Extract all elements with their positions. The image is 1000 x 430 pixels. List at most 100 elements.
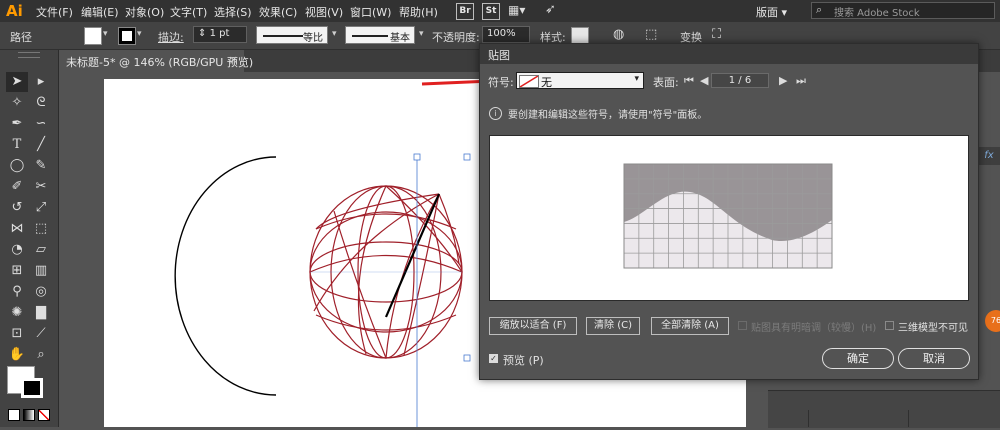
slice-tool-icon[interactable]: ⟋ (30, 324, 52, 344)
symbol-sprayer-icon[interactable]: ✺ (6, 303, 28, 323)
recolor-artwork-icon[interactable]: ◍ (613, 27, 624, 42)
scale-tool-icon[interactable]: ⤢ (30, 198, 52, 218)
eyedropper-icon[interactable]: ⚲ (6, 282, 28, 302)
scissors-icon[interactable]: ✂ (30, 177, 52, 197)
object-type-label: 路径 (10, 31, 32, 44)
none-swatch-icon (519, 75, 539, 88)
arrange-documents-icon[interactable]: ▦▾ (508, 3, 525, 17)
gradient-mode-icon[interactable] (23, 409, 35, 421)
bridge-button[interactable]: Br (456, 3, 474, 20)
menu-edit[interactable]: 编辑(E) (81, 4, 119, 20)
invisible-geometry-checkbox[interactable] (885, 321, 894, 330)
prev-surface-icon[interactable]: ◀ (700, 74, 708, 87)
mesh-tool-icon[interactable]: ⊞ (6, 261, 28, 281)
preview-checkbox[interactable]: ✓ (489, 354, 498, 363)
symbol-label: 符号: (488, 76, 514, 89)
pen-tool-icon[interactable]: ✒ (6, 114, 28, 134)
workspace-switcher[interactable]: 版面 ▾ (756, 4, 787, 20)
menu-effect[interactable]: 效果(C) (259, 4, 297, 20)
brush-definition[interactable]: 基本 (345, 26, 415, 44)
zoom-tool-icon[interactable]: ⌕ (30, 345, 52, 365)
align-icon[interactable]: ⬚ (645, 27, 657, 42)
menu-window[interactable]: 窗口(W) (350, 4, 391, 20)
graph-tool-icon[interactable]: ▇ (30, 303, 52, 323)
cancel-button[interactable]: 取消 (898, 348, 970, 369)
opacity-field[interactable]: 100% (482, 26, 530, 43)
stock-button[interactable]: St (482, 3, 500, 20)
lasso-icon[interactable]: ᘓ (30, 93, 52, 113)
line-tool-icon[interactable]: ╱ (30, 135, 52, 155)
dialog-title-bar[interactable]: 贴图 (480, 44, 978, 64)
blend-tool-icon[interactable]: ◎ (30, 282, 52, 302)
stroke-swatch[interactable] (118, 27, 136, 45)
curvature-tool-icon[interactable]: ∽ (30, 114, 52, 134)
stroke-weight-field[interactable]: ⇕ 1 pt (193, 26, 247, 43)
panel-grip[interactable] (18, 52, 40, 58)
menu-type[interactable]: 文字(T) (170, 4, 207, 20)
chevron-down-icon[interactable]: ▾ (137, 29, 142, 39)
stroke-color-swatch[interactable] (21, 378, 43, 398)
clear-button[interactable]: 清除 (C) (586, 317, 640, 335)
panel-section (768, 390, 1000, 428)
close-icon[interactable]: × (229, 53, 238, 66)
menu-file[interactable]: 文件(F) (36, 4, 73, 20)
surface-label: 表面: (653, 76, 679, 89)
stock-search-input[interactable]: ⌕ 搜索 Adobe Stock (811, 2, 995, 19)
gpu-performance-icon[interactable]: ➶ (545, 2, 556, 17)
document-tab[interactable]: 未标题-5* @ 146% (RGB/GPU 预览) × (58, 50, 253, 72)
type-tool-icon[interactable]: T (6, 135, 28, 155)
paintbrush-icon[interactable]: ✎ (30, 156, 52, 176)
gradient-tool-icon[interactable]: ▥ (30, 261, 52, 281)
menu-select[interactable]: 选择(S) (214, 4, 252, 20)
clear-all-button[interactable]: 全部清除 (A) (651, 317, 729, 335)
isolate-object-icon[interactable]: ⛶ (712, 27, 721, 42)
variable-width-profile[interactable]: 等比 (256, 26, 328, 44)
shade-artwork-label: 贴图具有明暗调（较慢）(H) (751, 323, 877, 334)
scale-to-fit-button[interactable]: 缩放以适合 (F) (489, 317, 577, 335)
next-surface-icon[interactable]: ▶ (779, 74, 787, 87)
fill-swatch[interactable] (84, 27, 102, 45)
invisible-geometry-label: 三维模型不可见 (898, 323, 968, 334)
shade-artwork-checkbox[interactable] (738, 321, 747, 330)
chevron-down-icon[interactable]: ▾ (419, 29, 424, 39)
perspective-grid-icon[interactable]: ▱ (30, 240, 52, 260)
magic-wand-icon[interactable]: ✧ (6, 93, 28, 113)
stroke-label[interactable]: 描边: (158, 29, 184, 45)
width-tool-icon[interactable]: ⋈ (6, 219, 28, 239)
notification-badge[interactable]: 76 (985, 310, 1000, 332)
none-mode-icon[interactable] (38, 409, 50, 421)
divider (908, 410, 909, 427)
menu-help[interactable]: 帮助(H) (399, 4, 438, 20)
first-surface-icon[interactable]: ⏮ (684, 74, 694, 88)
chevron-down-icon[interactable]: ▾ (103, 29, 108, 39)
color-mode-icon[interactable] (8, 409, 20, 421)
hand-tool-icon[interactable]: ✋ (6, 345, 28, 365)
menu-object[interactable]: 对象(O) (125, 4, 164, 20)
dialog-title: 贴图 (488, 49, 510, 62)
shape-builder-icon[interactable]: ◔ (6, 240, 28, 260)
rotate-tool-icon[interactable]: ↺ (6, 198, 28, 218)
app-logo: Ai (6, 2, 23, 20)
divider (808, 410, 809, 427)
selection-tool-icon[interactable]: ➤ (6, 72, 28, 92)
surface-map-grid (623, 163, 833, 269)
symbol-dropdown[interactable]: 无 ▾ (516, 72, 644, 89)
free-transform-icon[interactable]: ⬚ (30, 219, 52, 239)
chevron-down-icon: ▾ (634, 74, 639, 84)
preview-label: 预览 (P) (503, 354, 544, 367)
direct-selection-tool-icon[interactable]: ▸ (30, 72, 52, 92)
menu-view[interactable]: 视图(V) (305, 4, 343, 20)
chevron-down-icon[interactable]: ▾ (332, 29, 337, 39)
info-text: 要创建和编辑这些符号，请使用"符号"面板。 (508, 110, 708, 121)
opacity-label: 不透明度: (432, 31, 480, 44)
last-surface-icon[interactable]: ⏭ (796, 74, 806, 88)
appearance-fx-icon[interactable]: fx (978, 147, 1000, 165)
shaper-tool-icon[interactable]: ✐ (6, 177, 28, 197)
ok-button[interactable]: 确定 (822, 348, 894, 369)
surface-page-field[interactable]: 1 / 6 (711, 73, 769, 88)
menu-bar: Ai 文件(F) 编辑(E) 对象(O) 文字(T) 选择(S) 效果(C) 视… (0, 0, 1000, 22)
ellipse-tool-icon[interactable]: ◯ (6, 156, 28, 176)
surface-preview[interactable] (489, 135, 969, 301)
artboard-tool-icon[interactable]: ⊡ (6, 324, 28, 344)
search-icon: ⌕ (816, 3, 823, 16)
